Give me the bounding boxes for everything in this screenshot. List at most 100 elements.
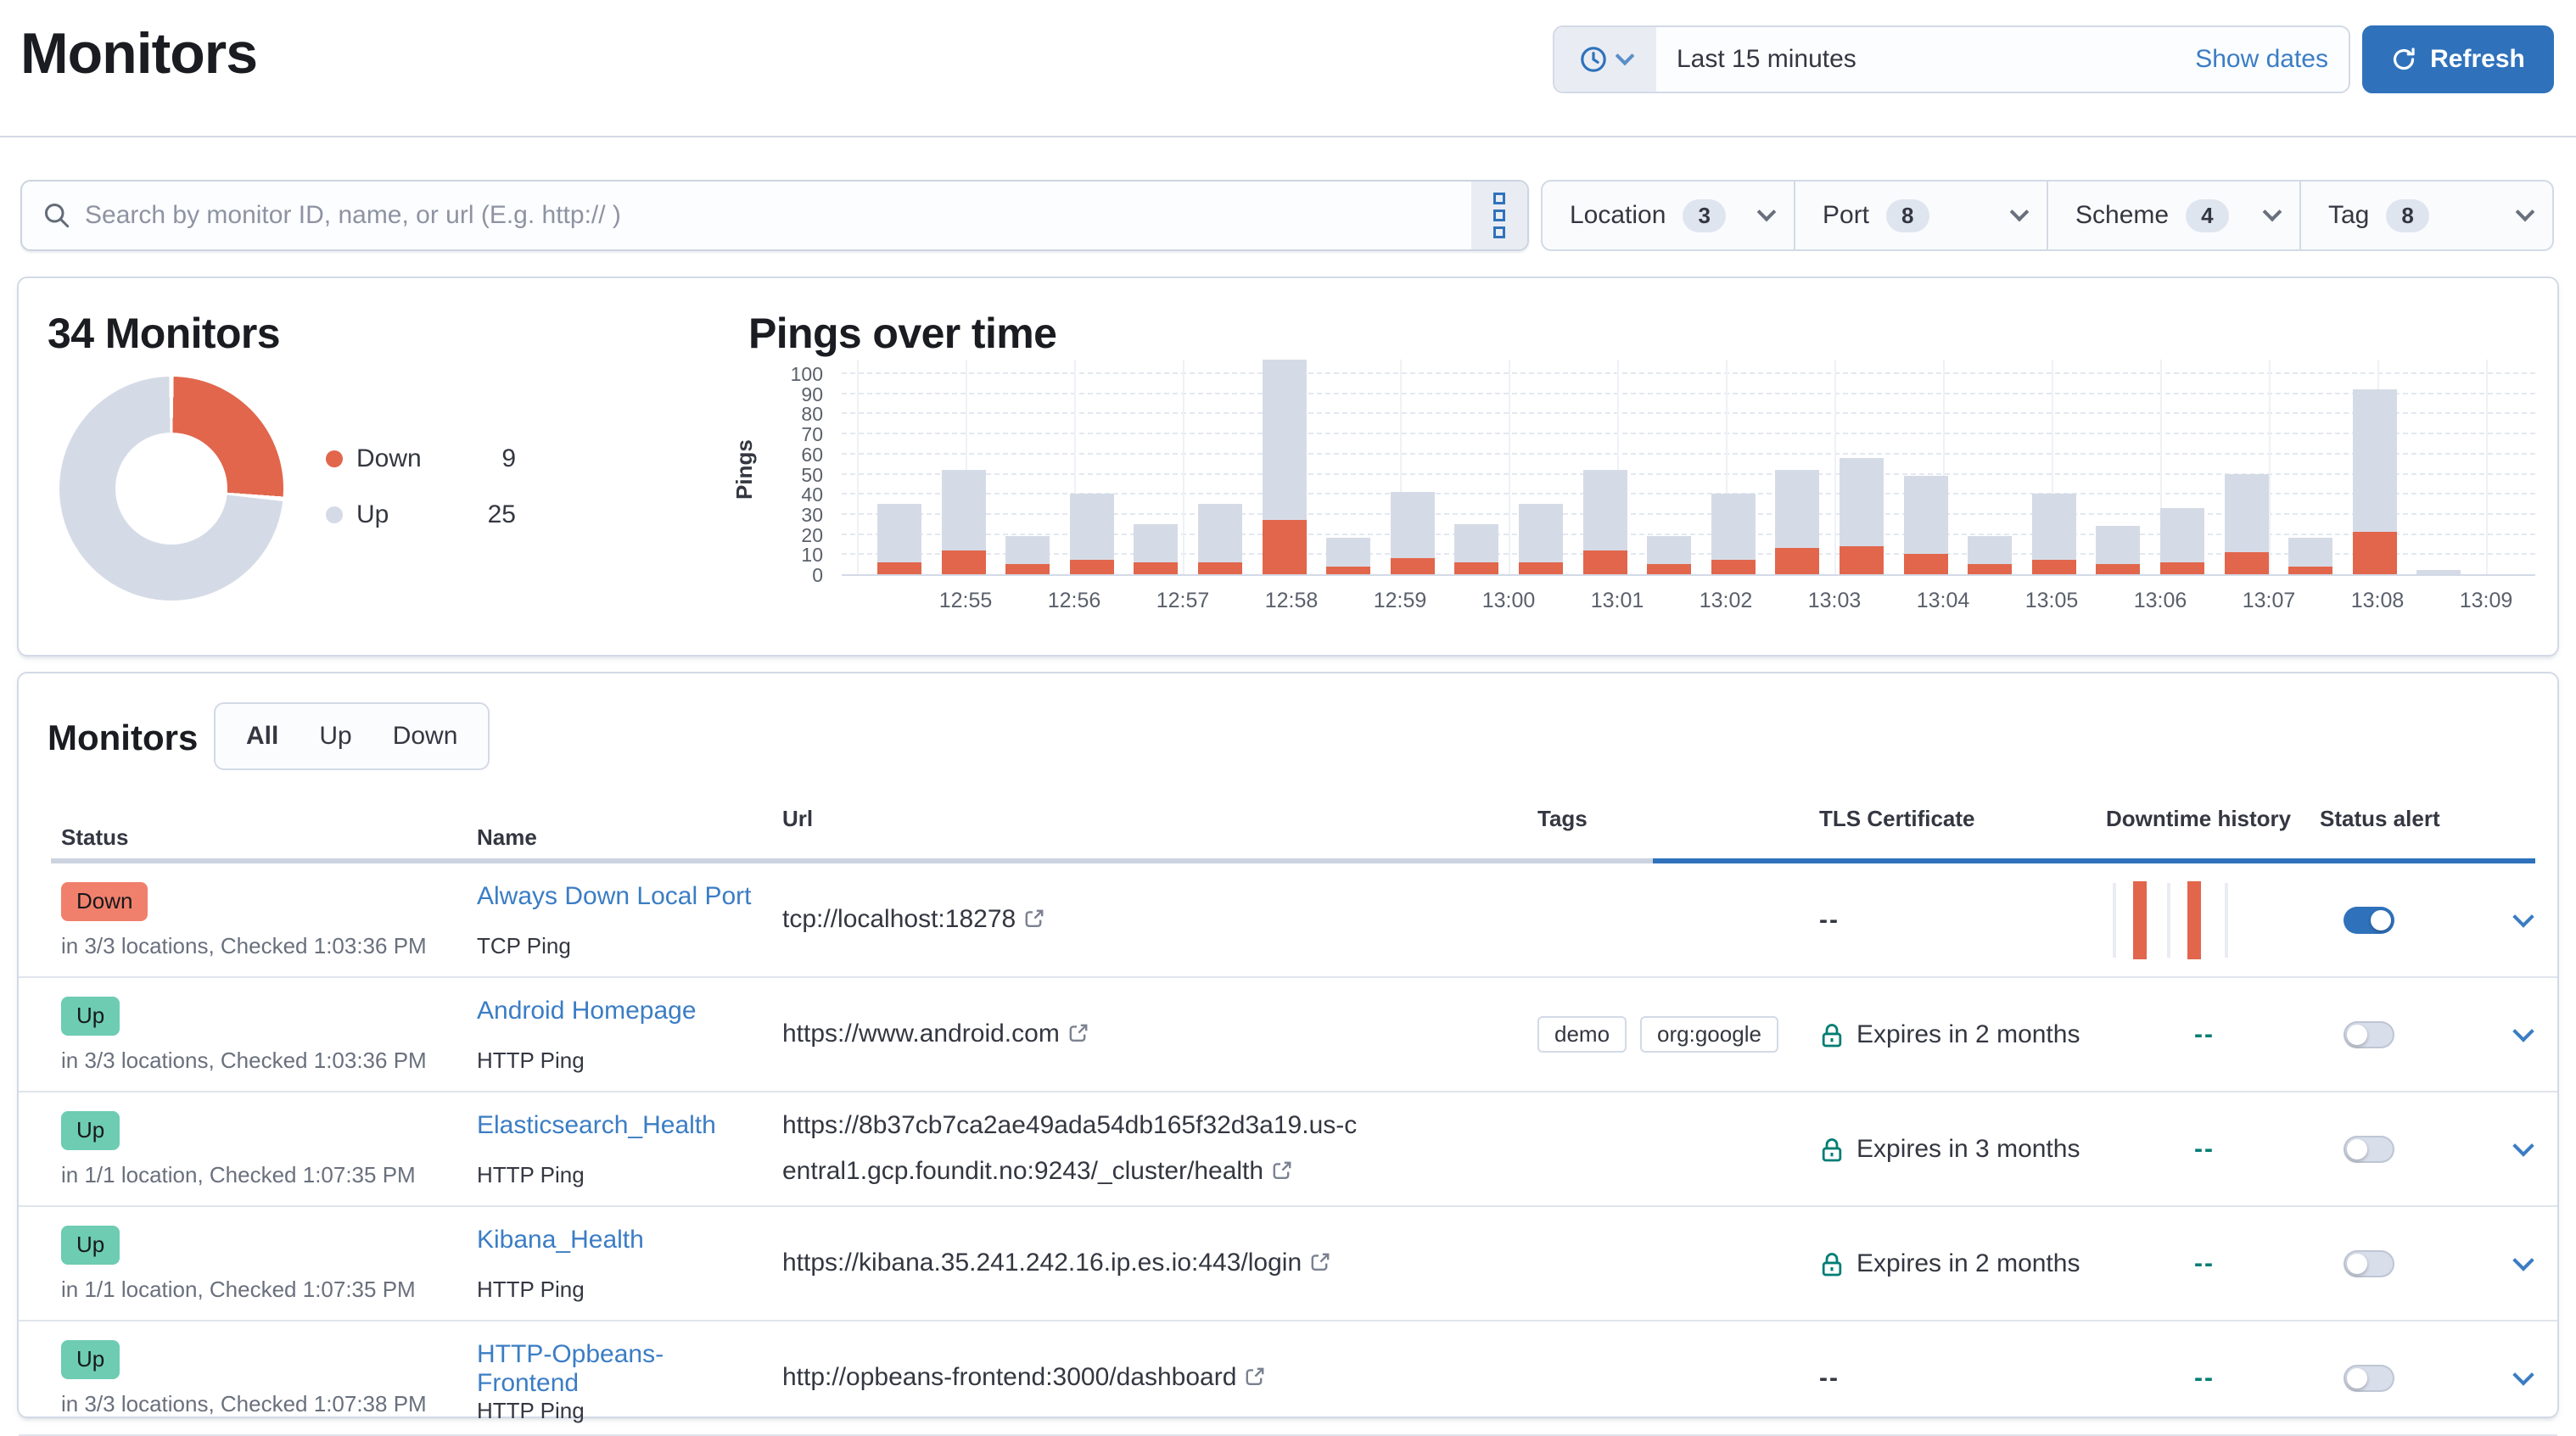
x-tick-label: 12:55: [911, 589, 1020, 613]
tls-status: Expires in 2 months: [1856, 1020, 2080, 1049]
show-dates-link[interactable]: Show dates: [2195, 45, 2328, 74]
tls-status: --: [1819, 1364, 1840, 1393]
lock-icon: [1819, 1021, 1845, 1048]
filter-count-badge: 8: [1886, 199, 1929, 232]
legend-item-up: Up 25: [326, 500, 516, 529]
search-input[interactable]: [71, 201, 1471, 230]
pings-bar: [1775, 470, 1819, 574]
monitor-list-title: Monitors: [48, 718, 198, 758]
y-tick-label: 40: [762, 483, 823, 506]
search-bar[interactable]: [20, 180, 1529, 251]
status-alert-toggle[interactable]: [2344, 1136, 2394, 1163]
date-picker[interactable]: Last 15 minutes Show dates: [1553, 25, 2350, 93]
filter-scheme[interactable]: Scheme 4: [2048, 182, 2301, 249]
filter-label: Location: [1570, 201, 1666, 230]
expand-row-chevron[interactable]: [2512, 1020, 2534, 1042]
gridline: [857, 360, 859, 574]
filter-count-badge: 3: [1683, 199, 1725, 232]
pings-bar: [942, 470, 986, 574]
table-row[interactable]: Up in 3/3 locations, Checked 1:03:36 PM …: [19, 978, 2557, 1092]
x-tick-label: 13:01: [1563, 589, 1672, 613]
status-filter-tabs: All Up Down: [214, 702, 490, 770]
expand-row-chevron[interactable]: [2512, 1249, 2534, 1271]
downtime-history: --: [2194, 1020, 2215, 1049]
x-tick-label: 13:09: [2432, 589, 2540, 613]
table-row[interactable]: Up in 3/3 locations, Checked 1:07:38 PM …: [19, 1321, 2557, 1436]
monitor-name-link[interactable]: Always Down Local Port: [477, 882, 765, 911]
filter-port[interactable]: Port 8: [1795, 182, 2048, 249]
status-alert-toggle[interactable]: [2344, 907, 2394, 934]
status-badge: Down: [61, 882, 148, 921]
monitor-url: tcp://localhost:18278: [782, 897, 1044, 944]
toggle-knob: [2347, 1025, 2367, 1045]
filter-label: Tag: [2328, 201, 2369, 230]
status-alert-toggle[interactable]: [2344, 1021, 2394, 1048]
toggle-knob: [2347, 1139, 2367, 1159]
kql-settings-button[interactable]: [1471, 182, 1527, 249]
quick-select-button[interactable]: [1554, 27, 1656, 92]
x-tick-label: 13:04: [1889, 589, 1997, 613]
monitor-url: https://kibana.35.241.242.16.ip.es.io:44…: [782, 1240, 1330, 1288]
y-tick-label: 0: [762, 564, 823, 587]
y-tick-label: 100: [762, 363, 823, 386]
tab-down[interactable]: Down: [372, 722, 479, 751]
status-alert-toggle[interactable]: [2344, 1365, 2394, 1392]
x-tick-label: 12:58: [1237, 589, 1346, 613]
monitor-url: https://www.android.com: [782, 1011, 1089, 1059]
tags-cell: [1537, 1092, 1819, 1205]
y-tick-label: 10: [762, 544, 823, 567]
overview-panel: 34 Monitors Down 9 Up 25 Pings over time…: [17, 277, 2559, 657]
col-url: Url: [782, 806, 1537, 832]
status-alert-toggle[interactable]: [2344, 1250, 2394, 1277]
gridline: [1509, 360, 1510, 574]
expand-row-chevron[interactable]: [2512, 1135, 2534, 1156]
gridline: [842, 372, 2535, 374]
y-tick-label: 70: [762, 423, 823, 446]
monitor-name-link[interactable]: Android Homepage: [477, 997, 765, 1025]
checked-info: in 1/1 location, Checked 1:07:35 PM: [61, 1277, 460, 1303]
tab-up[interactable]: Up: [299, 722, 372, 751]
x-tick-label: 13:06: [2106, 589, 2215, 613]
pings-bar: [2096, 526, 2140, 574]
pings-bar: [2353, 389, 2397, 574]
pings-plot: [842, 360, 2535, 576]
time-range-value[interactable]: Last 15 minutes: [1677, 45, 1856, 74]
monitor-type: HTTP Ping: [477, 1398, 765, 1424]
gridline: [1183, 360, 1184, 574]
chevron-down-icon: [2010, 203, 2030, 222]
external-link-icon[interactable]: [1310, 1242, 1330, 1288]
monitor-name-link[interactable]: Elasticsearch_Health: [477, 1111, 765, 1140]
x-tick-label: 12:57: [1128, 589, 1237, 613]
filter-count-badge: 4: [2186, 199, 2228, 232]
table-row[interactable]: Up in 1/1 location, Checked 1:07:35 PM E…: [19, 1092, 2557, 1207]
external-link-icon[interactable]: [1024, 898, 1044, 944]
monitor-type: HTTP Ping: [477, 1162, 765, 1188]
tab-all[interactable]: All: [226, 722, 299, 751]
table-row[interactable]: Up in 1/1 location, Checked 1:07:35 PM K…: [19, 1207, 2557, 1321]
toggle-knob: [2347, 1254, 2367, 1274]
monitor-name-link[interactable]: HTTP-Opbeans-Frontend: [477, 1340, 765, 1398]
legend-dot-down: [326, 450, 343, 467]
external-link-icon[interactable]: [1272, 1150, 1292, 1196]
y-tick-label: 80: [762, 403, 823, 426]
x-tick-label: 13:05: [1997, 589, 2106, 613]
refresh-button[interactable]: Refresh: [2362, 25, 2554, 93]
external-link-icon[interactable]: [1068, 1013, 1089, 1059]
uptime-monitors-page: Monitors Last 15 minutes Show dates Refr…: [0, 0, 2576, 1405]
filter-tag[interactable]: Tag 8: [2301, 182, 2552, 249]
chevron-down-icon: [1616, 47, 1635, 66]
monitor-name-link[interactable]: Kibana_Health: [477, 1226, 765, 1254]
pings-bar: [1198, 504, 1242, 574]
expand-row-chevron[interactable]: [2512, 906, 2534, 927]
table-header: Status Name Url Tags TLS Certificate Dow…: [19, 806, 2557, 862]
tls-status: Expires in 2 months: [1856, 1249, 2080, 1278]
filter-group: Location 3 Port 8 Scheme 4 Tag 8: [1541, 180, 2554, 251]
donut-chart: [59, 377, 283, 601]
table-row[interactable]: Down in 3/3 locations, Checked 1:03:36 P…: [19, 863, 2557, 978]
time-range-display[interactable]: Last 15 minutes Show dates: [1656, 27, 2349, 92]
filter-location[interactable]: Location 3: [1543, 182, 1795, 249]
expand-row-chevron[interactable]: [2512, 1364, 2534, 1385]
tls-status: Expires in 3 months: [1856, 1135, 2080, 1164]
external-link-icon[interactable]: [1245, 1356, 1265, 1402]
lock-icon: [1819, 1136, 1845, 1163]
